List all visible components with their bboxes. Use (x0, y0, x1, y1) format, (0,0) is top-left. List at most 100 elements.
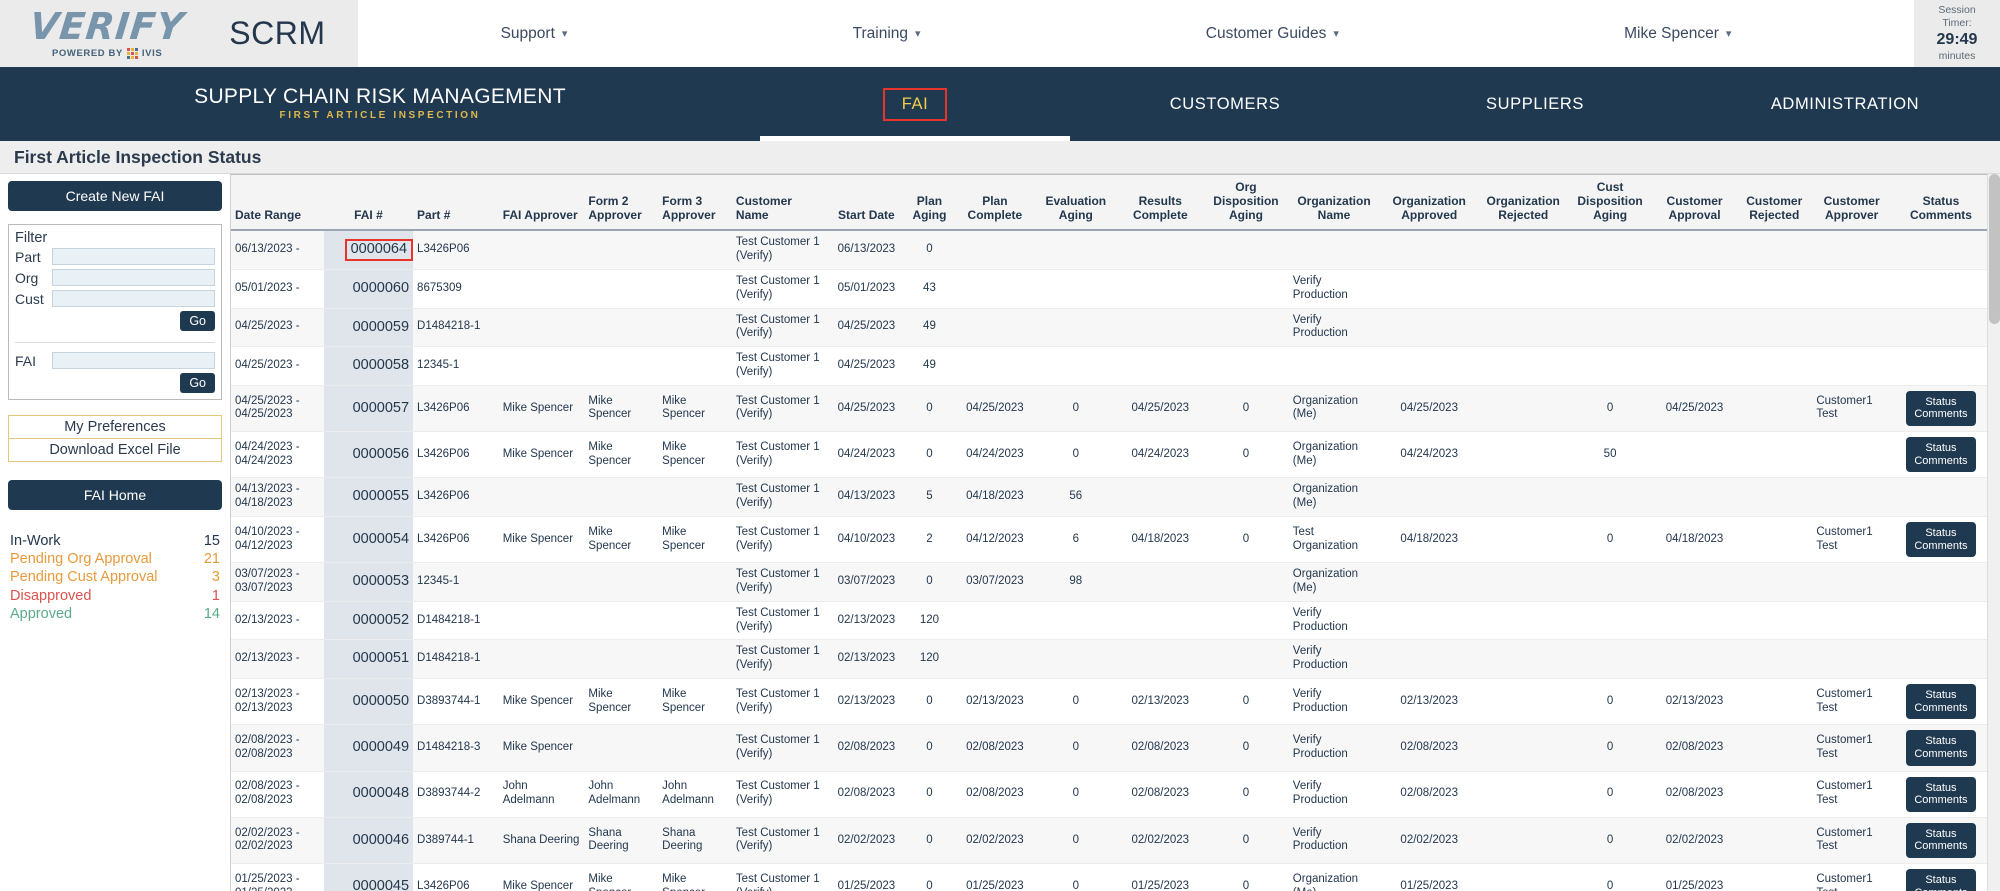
table-row[interactable]: 06/13/2023 - 0000064 L3426P06 Test Customer… (231, 230, 1991, 270)
topnav-item-support[interactable]: Support ▾ (501, 25, 568, 43)
col-form3-approver[interactable]: Form 3 Approver (658, 174, 732, 232)
cell-organization-approved: 02/13/2023 (1379, 678, 1480, 726)
table-row[interactable]: 02/02/2023 - 02/02/2023 0000046 D389744-1 S… (231, 817, 1991, 865)
cell-fai-number[interactable]: 0000053 (323, 562, 414, 602)
table-row[interactable]: 02/08/2023 - 02/08/2023 0000049 D1484218-3… (231, 724, 1991, 772)
col-plan-aging[interactable]: Plan Aging (903, 174, 956, 232)
cell-customer-name: Test Customer 1 (Verify) (731, 516, 830, 564)
cell-results-complete: 04/24/2023 (1117, 431, 1204, 479)
filter-go-button[interactable]: Go (180, 311, 215, 331)
col-part-number[interactable]: Part # (413, 174, 499, 232)
cell-fai-number[interactable]: 0000059 (323, 308, 414, 348)
cell-fai-number[interactable]: 0000064 (323, 230, 414, 270)
cell-fai-number[interactable]: 0000052 (323, 601, 414, 641)
topnav-item-customer-guides[interactable]: Customer Guides ▾ (1206, 25, 1339, 43)
table-row[interactable]: 04/24/2023 - 04/24/2023 0000056 L3426P06 Mi… (231, 431, 1991, 479)
status-comments-button[interactable]: Status Comments (1906, 730, 1976, 766)
filter-input-fai[interactable] (52, 352, 215, 369)
cell-form2-approver: Mike Spencer (584, 863, 659, 891)
cell-fai-number[interactable]: 0000060 (323, 269, 414, 309)
col-fai-number[interactable]: FAI # (323, 174, 414, 232)
status-comments-button[interactable]: Status Comments (1906, 521, 1976, 558)
tab-fai[interactable]: FAI (760, 67, 1070, 141)
col-organization-name[interactable]: Organization Name (1288, 174, 1380, 232)
col-plan-complete[interactable]: Plan Complete (955, 174, 1035, 232)
col-start-date[interactable]: Start Date (829, 174, 904, 232)
status-summary-row[interactable]: Pending Cust Approval 3 (10, 569, 220, 587)
col-fai-approver[interactable]: FAI Approver (498, 174, 585, 232)
col-status-comments[interactable]: Status Comments (1890, 174, 1991, 232)
tab-suppliers[interactable]: SUPPLIERS (1380, 67, 1690, 141)
table-row[interactable]: 02/13/2023 -0000051 D1484218-1 Test Custom… (231, 639, 1991, 679)
cell-plan-complete: 04/12/2023 (955, 516, 1035, 564)
col-organization-rejected[interactable]: Organization Rejected (1479, 174, 1568, 232)
col-evaluation-aging[interactable]: Evaluation Aging (1034, 174, 1118, 232)
tab-customers[interactable]: CUSTOMERS (1070, 67, 1380, 141)
topnav-item-user-menu[interactable]: Mike Spencer ▾ (1624, 25, 1731, 43)
download-excel-link[interactable]: Download Excel File (9, 438, 221, 461)
filter-input-org[interactable] (52, 269, 215, 286)
status-comments-button[interactable]: Status Comments (1906, 869, 1976, 891)
table-row[interactable]: 02/13/2023 - 02/13/2023 0000050 D3893744-1… (231, 678, 1991, 726)
status-comments-button[interactable]: Status Comments (1906, 683, 1976, 720)
cell-fai-number[interactable]: 0000045 (323, 863, 414, 891)
cell-fai-number[interactable]: 0000057 (323, 385, 414, 433)
cell-results-complete (1117, 230, 1204, 270)
cell-fai-number[interactable]: 0000049 (323, 724, 414, 772)
table-row[interactable]: 03/07/2023 - 03/07/2023 0000053 12345-1 Tes… (231, 562, 1991, 602)
cell-fai-number[interactable]: 0000054 (323, 516, 414, 564)
cell-cust-disposition-aging (1567, 477, 1653, 517)
col-org-disposition-aging[interactable]: Org Disposition Aging (1203, 174, 1289, 232)
status-comments-button[interactable]: Status Comments (1906, 822, 1976, 859)
table-row[interactable]: 04/25/2023 -0000058 12345-1 Test Customer … (231, 346, 1991, 386)
filter-fai-go-button[interactable]: Go (180, 373, 215, 393)
cell-fai-number[interactable]: 0000056 (323, 431, 414, 479)
chevron-down-icon: ▾ (561, 28, 568, 40)
col-customer-approval[interactable]: Customer Approval (1652, 174, 1737, 232)
status-comments-button[interactable]: Status Comments (1906, 390, 1976, 427)
col-customer-approver[interactable]: Customer Approver (1812, 174, 1891, 232)
table-row[interactable]: 04/25/2023 -0000059 D1484218-1 Test Custom… (231, 308, 1991, 348)
table-row[interactable]: 01/25/2023 - 01/25/20230000045L3426P06Mi… (231, 863, 1991, 891)
create-new-fai-button[interactable]: Create New FAI (8, 181, 222, 211)
status-summary-row[interactable]: In-Work 15 (10, 532, 220, 550)
table-row[interactable]: 02/13/2023 -0000052 D1484218-1 Test Custom… (231, 601, 1991, 641)
status-summary-row[interactable]: Pending Org Approval 21 (10, 550, 220, 568)
cell-fai-number[interactable]: 0000058 (323, 346, 414, 386)
filter-input-cust[interactable] (52, 290, 215, 307)
table-row[interactable]: 04/10/2023 - 04/12/2023 0000054 L3426P06 Mi… (231, 516, 1991, 564)
tab-administration[interactable]: ADMINISTRATION (1690, 67, 2000, 141)
col-results-complete[interactable]: Results Complete (1117, 174, 1204, 232)
filter-row-org: Org (15, 269, 215, 286)
topnav-item-training[interactable]: Training ▾ (853, 25, 921, 43)
table-row[interactable]: 02/08/2023 - 02/08/2023 0000048 D3893744-2… (231, 771, 1991, 818)
col-form2-approver[interactable]: Form 2 Approver (584, 174, 659, 232)
scrollbar-thumb[interactable] (1989, 174, 2000, 324)
cell-cust-disposition-aging (1567, 639, 1653, 679)
fai-number-highlight[interactable]: 0000064 (344, 239, 414, 261)
table-row[interactable]: 05/01/2023 -0000060 8675309 Test Customer … (231, 269, 1991, 309)
status-comments-button[interactable]: Status Comments (1906, 437, 1976, 473)
cell-customer-rejected (1736, 477, 1813, 517)
my-preferences-link[interactable]: My Preferences (9, 416, 221, 438)
cell-cust-disposition-aging: 0 (1567, 724, 1653, 772)
status-comments-button[interactable]: Status Comments (1906, 776, 1976, 812)
cell-fai-number[interactable]: 0000051 (323, 639, 414, 679)
col-cust-disposition-aging[interactable]: Cust Disposition Aging (1567, 174, 1653, 232)
status-summary-row[interactable]: Approved 14 (10, 606, 220, 624)
col-customer-rejected[interactable]: Customer Rejected (1736, 174, 1813, 232)
fai-home-button[interactable]: FAI Home (8, 480, 222, 510)
cell-fai-number[interactable]: 0000050 (323, 678, 414, 726)
col-date-range[interactable]: Date Range (231, 174, 324, 232)
cell-fai-number[interactable]: 0000046 (323, 817, 414, 865)
vertical-scrollbar[interactable] (1987, 174, 2000, 891)
table-row[interactable]: 04/25/2023 - 04/25/2023 0000057 L3426P06 Mi… (231, 385, 1991, 433)
cell-fai-number[interactable]: 0000048 (323, 771, 414, 818)
cell-fai-approver (498, 639, 585, 679)
filter-input-part[interactable] (52, 248, 215, 265)
table-row[interactable]: 04/13/2023 - 04/18/2023 0000055 L3426P06 Te… (231, 477, 1991, 517)
col-customer-name[interactable]: Customer Name (731, 174, 830, 232)
cell-fai-number[interactable]: 0000055 (323, 477, 414, 517)
status-summary-row[interactable]: Disapproved 1 (10, 587, 220, 605)
col-organization-approved[interactable]: Organization Approved (1379, 174, 1480, 232)
